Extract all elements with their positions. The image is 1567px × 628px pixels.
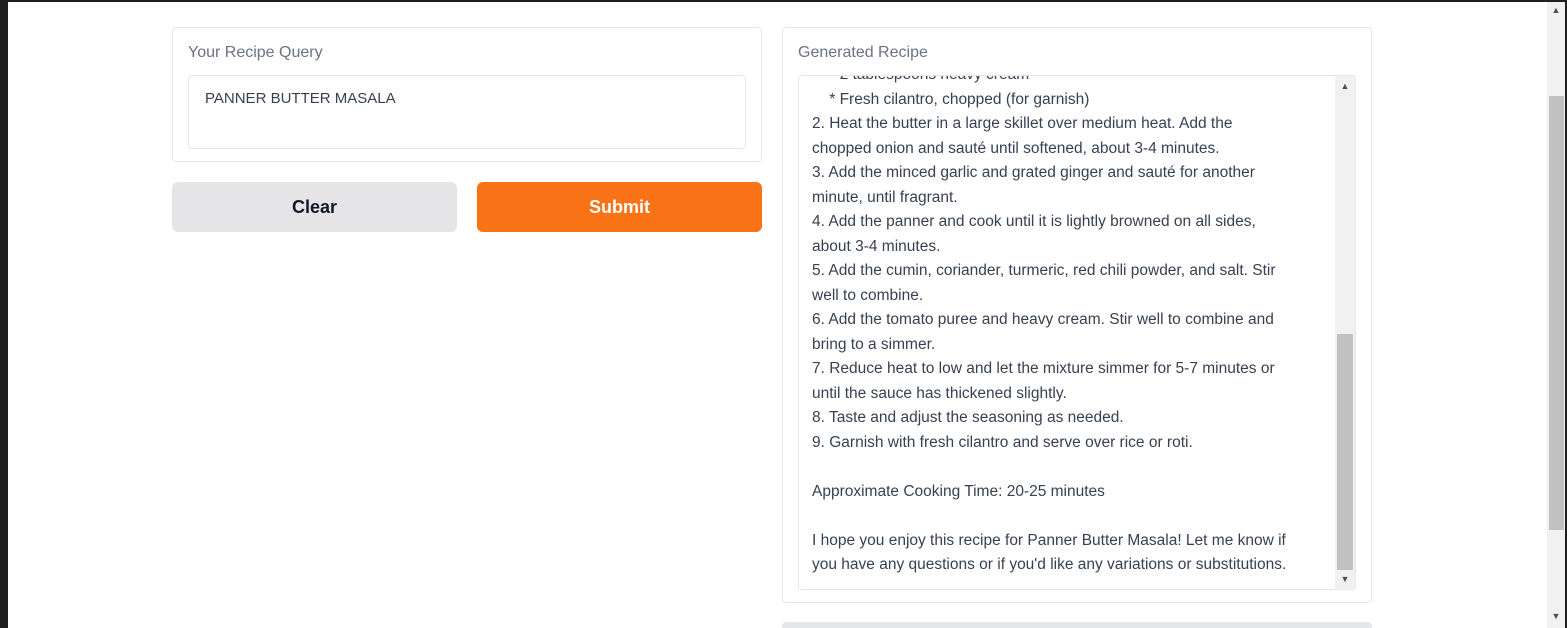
recipe-line: well to combine. bbox=[812, 286, 924, 304]
page-scroll-up-arrow-icon[interactable]: ▲ bbox=[1547, 2, 1565, 18]
page-scroll-down-arrow-icon[interactable]: ▼ bbox=[1547, 608, 1565, 624]
recipe-line: 2. Heat the butter in a large skillet ov… bbox=[812, 115, 1233, 132]
query-label: Your Recipe Query bbox=[188, 44, 323, 61]
recipe-line: 8. Taste and adjust the seasoning as nee… bbox=[812, 409, 1124, 426]
page-scrollbar[interactable]: ▲ ▼ bbox=[1547, 2, 1565, 628]
recipe-line: bring to a simmer. bbox=[812, 335, 936, 353]
recipe-line: 7. Reduce heat to low and let the mixtur… bbox=[812, 360, 1275, 377]
recipe-query-panel: Your Recipe Query PANNER BUTTER MASALA bbox=[172, 27, 762, 162]
next-panel-edge bbox=[782, 622, 1372, 628]
generated-recipe-output[interactable]: * 2 tablespoons heavy cream * Fresh cila… bbox=[798, 75, 1356, 590]
recipe-line: minute, until fragrant. bbox=[812, 188, 958, 206]
generated-recipe-label: Generated Recipe bbox=[798, 44, 928, 61]
recipe-line: 6. Add the tomato puree and heavy cream.… bbox=[812, 311, 1274, 328]
recipe-line: you have any questions or if you'd like … bbox=[812, 556, 1287, 573]
recipe-line: about 3-4 minutes. bbox=[812, 237, 941, 255]
recipe-line: 4. Add the panner and cook until it is l… bbox=[812, 213, 1256, 230]
recipe-line: * 2 tablespoons heavy cream bbox=[812, 76, 1332, 88]
recipe-line: I hope you enjoy this recipe for Panner … bbox=[812, 531, 1286, 549]
submit-button[interactable]: Submit bbox=[477, 182, 762, 232]
recipe-line: 5. Add the cumin, coriander, turmeric, r… bbox=[812, 262, 1276, 279]
page-scrollbar-thumb[interactable] bbox=[1549, 96, 1564, 530]
recipe-line bbox=[812, 504, 1332, 529]
clear-button[interactable]: Clear bbox=[172, 182, 457, 232]
recipe-query-input[interactable]: PANNER BUTTER MASALA bbox=[188, 75, 746, 149]
recipe-line: Approximate Cooking Time: 20-25 minutes bbox=[812, 482, 1105, 500]
recipe-line bbox=[812, 455, 1332, 480]
recipe-line: 3. Add the minced garlic and grated ging… bbox=[812, 164, 1255, 181]
recipe-line: 9. Garnish with fresh cilantro and serve… bbox=[812, 433, 1193, 451]
recipe-line: until the sauce has thickened slightly. bbox=[812, 384, 1067, 402]
scroll-up-arrow-icon[interactable]: ▲ bbox=[1335, 78, 1355, 94]
recipe-scrollbar-thumb[interactable] bbox=[1337, 334, 1353, 570]
recipe-line: chopped onion and sauté until softened, … bbox=[812, 139, 1220, 157]
recipe-line: * Fresh cilantro, chopped (for garnish) bbox=[812, 90, 1090, 108]
recipe-text: * 2 tablespoons heavy cream * Fresh cila… bbox=[812, 76, 1332, 578]
generated-recipe-panel: Generated Recipe * 2 tablespoons heavy c… bbox=[782, 27, 1372, 603]
scroll-down-arrow-icon[interactable]: ▼ bbox=[1335, 571, 1355, 587]
recipe-scrollbar[interactable]: ▲ ▼ bbox=[1335, 76, 1355, 589]
